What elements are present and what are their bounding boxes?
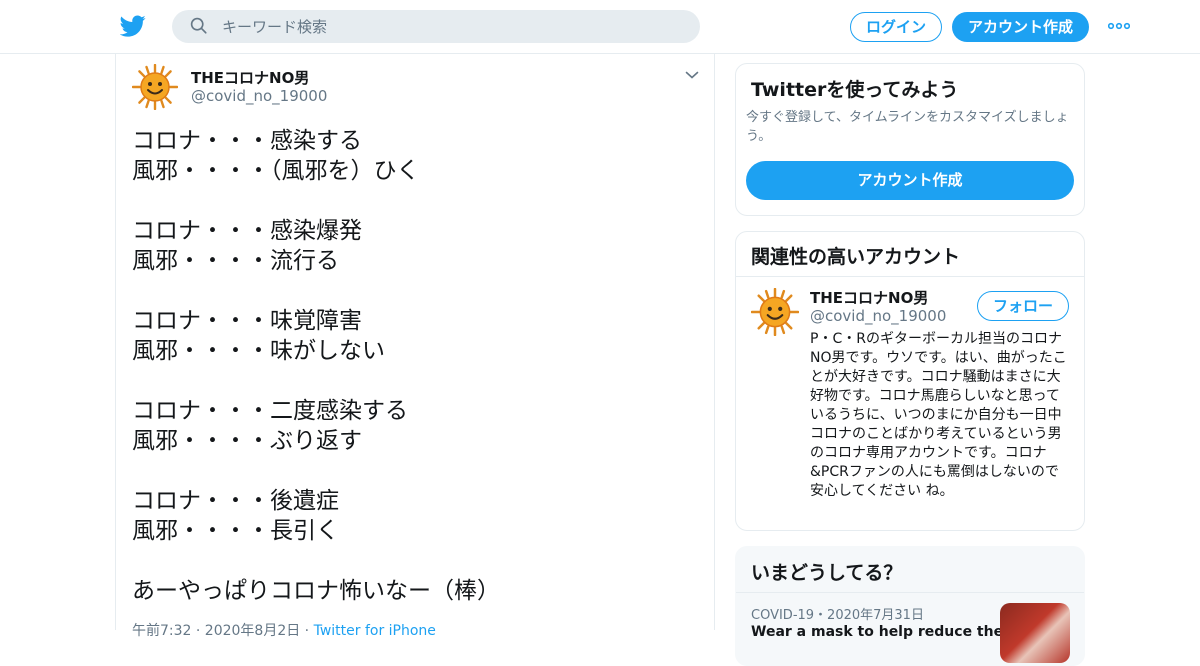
author-name[interactable]: THEコロナNO男 [191, 67, 309, 88]
author-handle[interactable]: @covid_no_19000 [191, 87, 327, 105]
chevron-down-icon[interactable] [685, 70, 699, 80]
signup-prompt-card: Twitterを使ってみよう 今すぐ登録して、タイムラインをカスタマイズしましょ… [735, 63, 1085, 216]
signup-card-title: Twitterを使ってみよう [751, 79, 959, 101]
tweet-detail: THEコロナNO男 @covid_no_19000 コロナ・・・感染する 風邪・… [115, 54, 715, 639]
tweet-text: コロナ・・・感染する 風邪・・・・（風邪を）ひく コロナ・・・感染爆発 風邪・・… [132, 128, 500, 604]
more-options-icon[interactable] [1108, 22, 1130, 30]
trend-thumbnail[interactable] [1000, 603, 1070, 663]
trends-card: いまどうしてる？ COVID-19・2020年7月31日 Wear a mask… [735, 546, 1085, 666]
search-input[interactable] [222, 10, 682, 43]
related-account-handle[interactable]: @covid_no_19000 [810, 307, 946, 325]
trend-meta: COVID-19・2020年7月31日 [751, 608, 924, 623]
tweet-source-link[interactable]: Twitter for iPhone [314, 623, 436, 639]
author-avatar[interactable] [132, 64, 178, 110]
divider [736, 276, 1084, 277]
trends-card-title: いまどうしてる？ [751, 562, 903, 584]
divider [736, 592, 1084, 593]
follow-button[interactable]: フォロー [977, 291, 1069, 321]
signup-card-description: 今すぐ登録して、タイムラインをカスタマイズしましょう。 [746, 110, 1069, 144]
search-icon [190, 17, 207, 34]
login-button[interactable]: ログイン [850, 12, 942, 42]
tweet-time[interactable]: 午前7:32 · 2020年8月2日 · [132, 623, 314, 639]
related-card-title: 関連性の高いアカウント [751, 246, 961, 268]
related-accounts-card: 関連性の高いアカウント THEコロナNO男 @covid_no_19000 フォ… [735, 231, 1085, 531]
tweet-timestamp: 午前7:32 · 2020年8月2日 · Twitter for iPhone [132, 620, 436, 640]
top-navigation-bar: ログイン アカウント作成 [0, 0, 1200, 54]
search-bar[interactable] [172, 10, 700, 43]
related-account-avatar[interactable] [751, 288, 799, 336]
signup-button[interactable]: アカウント作成 [952, 12, 1089, 42]
related-account-bio: P・C・Rのギターボーカル担当のコロナNO男です。ウソです。はい、曲がったことが… [810, 331, 1067, 499]
related-account-name[interactable]: THEコロナNO男 [810, 287, 928, 308]
trend-title[interactable]: Wear a mask to help reduce the [751, 624, 1003, 640]
twitter-logo-icon[interactable] [120, 13, 146, 39]
signup-card-button[interactable]: アカウント作成 [746, 161, 1074, 200]
